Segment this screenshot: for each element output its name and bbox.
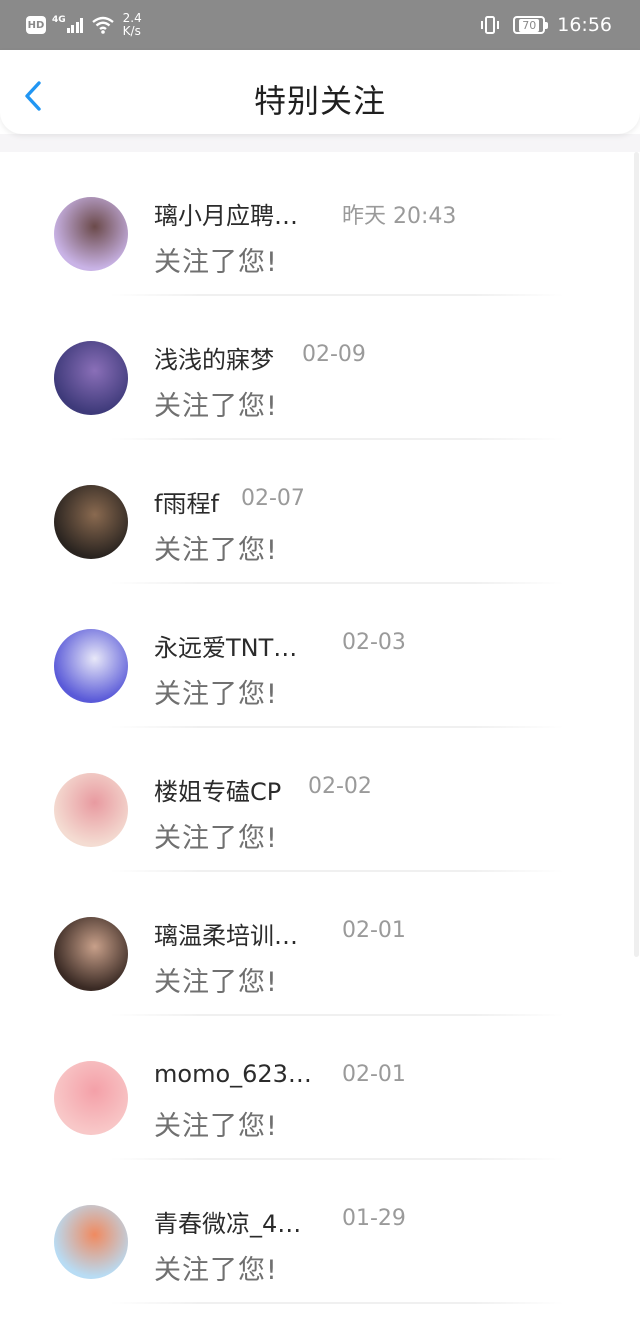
wifi-icon bbox=[91, 16, 114, 34]
avatar[interactable] bbox=[54, 917, 128, 991]
timestamp: 02-01 bbox=[342, 918, 406, 943]
message-text: 关注了您! bbox=[154, 247, 278, 278]
message-text: 关注了您! bbox=[154, 391, 278, 422]
list-item[interactable]: momo_623… 02-01 关注了您! bbox=[0, 1016, 634, 1160]
user-name[interactable]: 永远爱TNT… bbox=[154, 628, 314, 663]
avatar[interactable] bbox=[54, 197, 128, 271]
avatar[interactable] bbox=[54, 773, 128, 847]
avatar[interactable] bbox=[54, 1061, 128, 1135]
list-item[interactable]: 楼姐专磕CP 02-02 关注了您! bbox=[0, 728, 634, 872]
status-bar: HD 4G 2.4 K/s 70 16:56 bbox=[0, 0, 640, 50]
user-name[interactable]: 璃温柔培训… bbox=[154, 916, 314, 951]
vibrate-icon bbox=[481, 16, 500, 34]
list-item[interactable]: 浅浅的寐梦 02-09 关注了您! bbox=[0, 296, 634, 440]
battery-icon: 70 bbox=[513, 16, 549, 34]
scrollbar-thumb[interactable] bbox=[634, 152, 639, 957]
network-speed: 2.4 K/s bbox=[123, 12, 142, 38]
signal-icon bbox=[66, 17, 85, 33]
message-text: 关注了您! bbox=[154, 1111, 278, 1142]
timestamp: 昨天 20:43 bbox=[342, 204, 457, 229]
message-text: 关注了您! bbox=[154, 1255, 278, 1286]
timestamp: 02-03 bbox=[342, 630, 406, 655]
network-type: 4G bbox=[52, 15, 66, 25]
hd-badge: HD bbox=[26, 16, 46, 34]
status-left: HD 4G 2.4 K/s bbox=[26, 0, 142, 50]
list-item[interactable]: f雨程f 02-07 关注了您! bbox=[0, 440, 634, 584]
avatar[interactable] bbox=[54, 1205, 128, 1279]
timestamp: 02-07 bbox=[241, 486, 305, 511]
user-name[interactable]: 璃小月应聘… bbox=[154, 196, 314, 231]
follow-list: 璃小月应聘… 昨天 20:43 关注了您! 浅浅的寐梦 02-09 关注了您! f雨程f 02… bbox=[0, 152, 634, 1304]
nav-bar: 特别关注 bbox=[0, 50, 640, 134]
avatar[interactable] bbox=[54, 629, 128, 703]
user-name[interactable]: 楼姐专磕CP bbox=[154, 772, 314, 807]
user-name[interactable]: 浅浅的寐梦 bbox=[154, 340, 314, 375]
battery-level: 70 bbox=[519, 18, 540, 32]
status-right: 70 16:56 bbox=[479, 0, 612, 50]
message-text: 关注了您! bbox=[154, 823, 278, 854]
message-text: 关注了您! bbox=[154, 967, 278, 998]
list-item[interactable]: 永远爱TNT… 02-03 关注了您! bbox=[0, 584, 634, 728]
timestamp: 02-01 bbox=[342, 1062, 406, 1087]
avatar[interactable] bbox=[54, 341, 128, 415]
timestamp: 02-02 bbox=[308, 774, 372, 799]
message-text: 关注了您! bbox=[154, 679, 278, 710]
page-title: 特别关注 bbox=[253, 82, 386, 120]
user-name[interactable]: momo_623… bbox=[154, 1060, 314, 1088]
user-name[interactable]: 青春微凉_4… bbox=[154, 1204, 314, 1239]
avatar[interactable] bbox=[54, 485, 128, 559]
list-item[interactable]: 青春微凉_4… 01-29 关注了您! bbox=[0, 1160, 634, 1304]
timestamp: 02-09 bbox=[302, 342, 366, 367]
list-item[interactable]: 璃小月应聘… 昨天 20:43 关注了您! bbox=[0, 152, 634, 296]
speed-unit: K/s bbox=[122, 24, 141, 38]
divider bbox=[110, 1302, 564, 1304]
list-item[interactable]: 璃温柔培训… 02-01 关注了您! bbox=[0, 872, 634, 1016]
status-time: 16:56 bbox=[557, 14, 612, 36]
header-gap bbox=[0, 134, 640, 152]
message-text: 关注了您! bbox=[154, 535, 278, 566]
timestamp: 01-29 bbox=[342, 1206, 406, 1231]
